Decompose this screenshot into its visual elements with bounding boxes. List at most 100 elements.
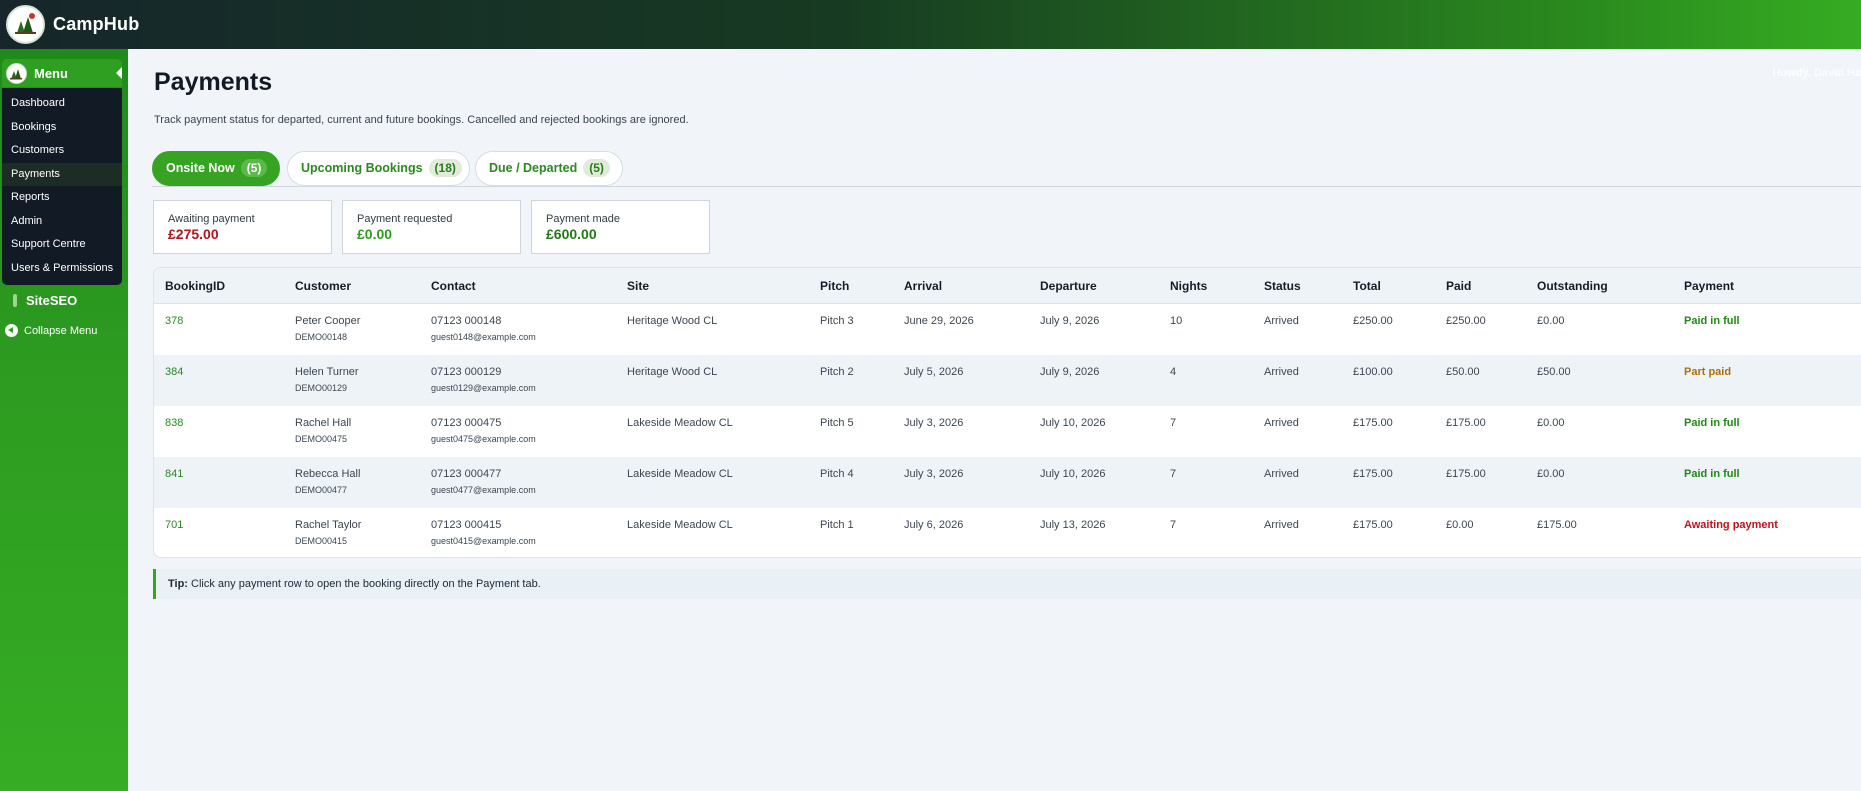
contact-email: guest0129@example.com	[431, 383, 536, 393]
collapse-menu-button[interactable]: Collapse Menu	[5, 324, 97, 337]
column-header[interactable]: Nights	[1170, 279, 1207, 293]
app-title[interactable]: CampHub	[53, 14, 139, 35]
customer-ref: DEMO00129	[295, 383, 348, 393]
sidebar-item-siteseo[interactable]: SiteSEO	[11, 293, 77, 308]
user-greeting[interactable]: Howdy, David Ha	[1773, 67, 1861, 79]
outstanding: £0.00	[1537, 315, 1565, 327]
tabs-divider	[152, 186, 1861, 187]
column-header[interactable]: Site	[627, 279, 649, 293]
customer-ref: DEMO00475	[295, 434, 348, 444]
summary-card-awaiting: Awaiting payment £275.00	[153, 200, 332, 254]
payment-status: Part paid	[1684, 366, 1732, 378]
table-row[interactable]: 378 Peter Cooper DEMO00148 07123 000148 …	[154, 304, 1861, 355]
arrival-date: June 29, 2026	[904, 315, 974, 327]
site-name: Lakeside Meadow CL	[627, 468, 733, 480]
tab-label: Due / Departed	[489, 161, 578, 175]
booking-id-link[interactable]: 384	[165, 366, 183, 378]
outstanding: £0.00	[1537, 417, 1565, 429]
table-row[interactable]: 384 Helen Turner DEMO00129 07123 000129 …	[154, 355, 1861, 406]
collapse-menu-label: Collapse Menu	[24, 325, 98, 337]
customer-ref: DEMO00415	[295, 536, 348, 546]
camphub-logo-icon[interactable]	[6, 5, 45, 44]
sidebar-item-dashboard[interactable]: Dashboard	[2, 92, 122, 116]
column-header[interactable]: Outstanding	[1537, 279, 1608, 293]
nights: 10	[1170, 315, 1183, 327]
table-row[interactable]: 838 Rachel Hall DEMO00475 07123 000475 g…	[154, 406, 1861, 457]
tab-count: (18)	[428, 159, 462, 177]
sidebar-item-bookings[interactable]: Bookings	[2, 116, 122, 140]
sidebar-item-reports[interactable]: Reports	[2, 186, 122, 210]
table-row[interactable]: 841 Rebecca Hall DEMO00477 07123 000477 …	[154, 457, 1861, 508]
siteseo-icon	[13, 294, 17, 307]
column-header[interactable]: Customer	[295, 279, 351, 293]
menu-collapse-arrow-icon[interactable]	[116, 67, 122, 79]
sidebar-item-support-centre[interactable]: Support Centre	[2, 233, 122, 257]
nights: 7	[1170, 468, 1177, 480]
column-header[interactable]: Paid	[1446, 279, 1471, 293]
sidebar-item-admin[interactable]: Admin	[2, 210, 122, 234]
contact-phone: 07123 000129	[431, 366, 502, 378]
contact-phone: 07123 000477	[431, 468, 502, 480]
column-header[interactable]: Pitch	[820, 279, 849, 293]
paid: £50.00	[1446, 366, 1480, 378]
column-header[interactable]: Departure	[1040, 279, 1097, 293]
total: £175.00	[1353, 417, 1393, 429]
departure-date: July 13, 2026	[1040, 519, 1106, 531]
nights: 4	[1170, 366, 1177, 378]
sidebar-item-users-permissions[interactable]: Users & Permissions	[2, 257, 122, 281]
tab-due-departed[interactable]: Due / Departed (5)	[475, 151, 623, 186]
tab-label: Upcoming Bookings	[301, 161, 423, 175]
sidebar-item-customers[interactable]: Customers	[2, 139, 122, 163]
payment-status: Awaiting payment	[1684, 519, 1778, 531]
column-header[interactable]: BookingID	[165, 279, 225, 293]
booking-id-link[interactable]: 378	[165, 315, 183, 327]
column-header[interactable]: Total	[1353, 279, 1381, 293]
pitch: Pitch 2	[820, 366, 854, 378]
payments-table: BookingID Customer Contact Site Pitch Ar…	[153, 267, 1861, 558]
menu-header[interactable]: Menu	[2, 59, 122, 88]
table-row[interactable]: 701 Rachel Taylor DEMO00415 07123 000415…	[154, 508, 1861, 557]
arrival-date: July 6, 2026	[904, 519, 964, 531]
tip-label: Tip:	[168, 578, 188, 590]
column-header[interactable]: Payment	[1684, 279, 1734, 293]
summary-label: Payment made	[546, 213, 620, 225]
customer-name: Rebecca Hall	[295, 468, 361, 480]
column-header[interactable]: Arrival	[904, 279, 942, 293]
column-header[interactable]: Status	[1264, 279, 1301, 293]
sidebar-item-payments[interactable]: Payments	[2, 162, 122, 186]
nights: 7	[1170, 417, 1177, 429]
menu-title: Menu	[34, 66, 68, 81]
status: Arrived	[1264, 366, 1299, 378]
top-bar: CampHub	[0, 0, 1861, 49]
nights: 7	[1170, 519, 1177, 531]
contact-email: guest0148@example.com	[431, 332, 536, 342]
tab-count: (5)	[583, 159, 610, 177]
booking-id-link[interactable]: 701	[165, 519, 183, 531]
contact-phone: 07123 000148	[431, 315, 502, 327]
column-header[interactable]: Contact	[431, 279, 476, 293]
page-title: Payments	[154, 68, 273, 96]
customer-name: Rachel Taylor	[295, 519, 362, 531]
site-name: Lakeside Meadow CL	[627, 417, 733, 429]
pitch: Pitch 3	[820, 315, 854, 327]
status: Arrived	[1264, 468, 1299, 480]
paid: £175.00	[1446, 417, 1486, 429]
summary-label: Payment requested	[357, 213, 453, 225]
tab-upcoming-bookings[interactable]: Upcoming Bookings (18)	[287, 151, 470, 186]
customer-name: Helen Turner	[295, 366, 359, 378]
sidebar: Menu Dashboard Bookings Customers Paymen…	[0, 49, 128, 791]
outstanding: £175.00	[1537, 519, 1577, 531]
table-header: BookingID Customer Contact Site Pitch Ar…	[154, 268, 1861, 304]
arrival-date: July 5, 2026	[904, 366, 964, 378]
outstanding: £0.00	[1537, 468, 1565, 480]
departure-date: July 9, 2026	[1040, 315, 1100, 327]
payment-status: Paid in full	[1684, 315, 1740, 327]
tab-label: Onsite Now	[166, 161, 235, 175]
booking-id-link[interactable]: 838	[165, 417, 183, 429]
tab-onsite-now[interactable]: Onsite Now (5)	[152, 151, 280, 186]
total: £175.00	[1353, 468, 1393, 480]
booking-id-link[interactable]: 841	[165, 468, 183, 480]
contact-email: guest0475@example.com	[431, 434, 536, 444]
paid: £175.00	[1446, 468, 1486, 480]
customer-ref: DEMO00477	[295, 485, 348, 495]
